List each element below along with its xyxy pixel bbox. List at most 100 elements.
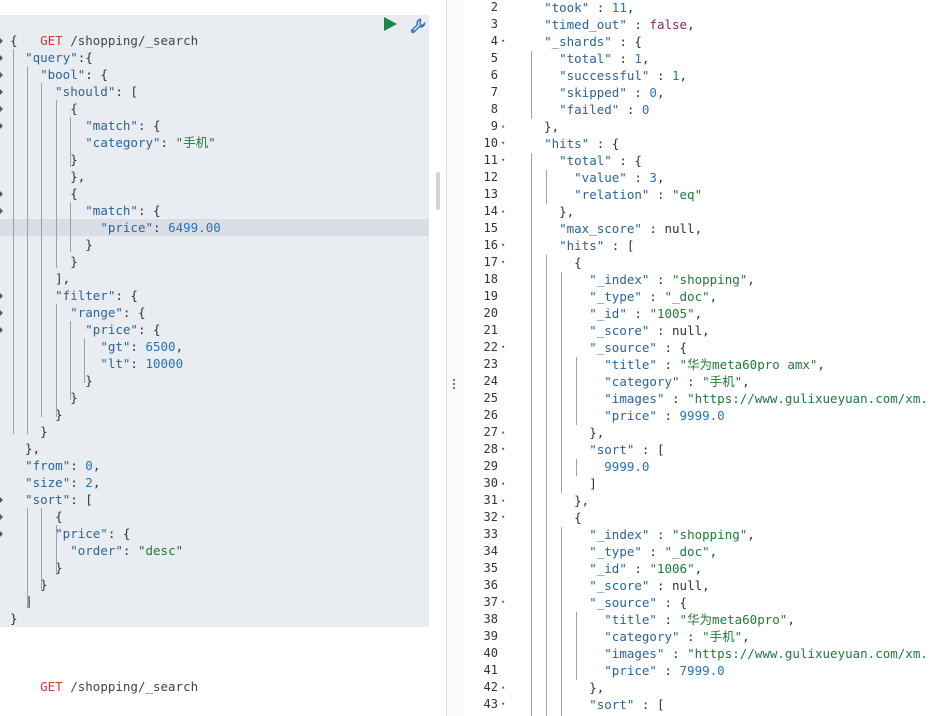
- code-token: : {: [107, 526, 131, 541]
- fold-expanded-icon[interactable]: ▾: [501, 696, 509, 713]
- editor-scrollbar[interactable]: [436, 172, 440, 210]
- code-token: "should": [55, 84, 116, 99]
- code-line: }: [10, 236, 93, 253]
- fold-arrow-icon[interactable]: [0, 525, 3, 542]
- fold-expanded-icon[interactable]: ▾: [501, 33, 509, 50]
- indent-guide: [546, 170, 547, 204]
- fold-expanded-icon[interactable]: ▾: [501, 509, 509, 526]
- fold-collapse-icon[interactable]: ▴: [501, 424, 509, 441]
- code-token: : [: [634, 442, 665, 457]
- fold-expanded-icon[interactable]: ▾: [501, 339, 509, 356]
- fold-arrow-icon[interactable]: [0, 287, 3, 304]
- line-number: 37: [483, 595, 498, 609]
- code-token: "category": [604, 629, 680, 644]
- code-token: 0: [649, 85, 657, 100]
- code-token: :: [649, 187, 672, 202]
- fold-expanded-icon[interactable]: ▾: [501, 152, 509, 169]
- fold-arrow-icon[interactable]: [0, 304, 3, 321]
- code-token: "range": [70, 305, 123, 320]
- request-line-2[interactable]: GET /shopping/_search: [10, 661, 198, 694]
- code-token: :: [641, 221, 665, 236]
- line-number: 10: [483, 136, 498, 150]
- fold-arrow-icon[interactable]: [0, 491, 3, 508]
- request-editor[interactable]: GET /shopping/_search { "query":{ "bool"…: [0, 0, 446, 716]
- code-token: : [: [634, 697, 665, 712]
- fold-expanded-icon[interactable]: ▾: [501, 594, 509, 611]
- code-token: :: [70, 475, 86, 490]
- response-line: "failed" : 0: [529, 101, 649, 118]
- response-line: "_shards" : {: [529, 33, 642, 50]
- response-line: "total" : {: [529, 152, 642, 169]
- response-line: "_id" : "1005",: [529, 305, 702, 322]
- fold-arrow-icon[interactable]: [0, 185, 3, 202]
- pane-divider[interactable]: [446, 0, 464, 716]
- code-token: "filter": [55, 288, 116, 303]
- code-line: }: [10, 372, 93, 389]
- fold-arrow-icon[interactable]: [0, 100, 3, 117]
- fold-collapse-icon[interactable]: ▴: [501, 679, 509, 696]
- code-token: "total": [559, 153, 612, 168]
- code-token: "_index": [589, 527, 650, 542]
- fold-expanded-icon[interactable]: ▾: [501, 441, 509, 458]
- fold-arrow-icon[interactable]: [0, 49, 3, 66]
- fold-arrow-icon[interactable]: [0, 202, 3, 219]
- line-number: 2: [490, 0, 498, 14]
- response-line: "sort" : [: [529, 696, 664, 713]
- code-line: "price": {: [10, 321, 160, 338]
- fold-expanded-icon[interactable]: ▾: [501, 254, 509, 271]
- code-token: "shopping": [672, 527, 748, 542]
- code-line: }: [10, 423, 48, 440]
- code-token: ,: [175, 339, 184, 354]
- request-line[interactable]: GET /shopping/_search: [10, 15, 198, 48]
- fold-arrow-icon[interactable]: [0, 32, 3, 49]
- fold-expanded-icon[interactable]: ▾: [501, 237, 509, 254]
- line-number: 27: [483, 425, 498, 439]
- fold-arrow-icon[interactable]: [0, 66, 3, 83]
- fold-expanded-icon[interactable]: ▾: [501, 135, 509, 152]
- code-line: {: [10, 508, 63, 525]
- code-token: "_type": [589, 544, 642, 559]
- line-number: 16: [483, 238, 498, 252]
- indent-guide: [561, 527, 562, 716]
- fold-arrow-icon[interactable]: [0, 321, 3, 338]
- code-token: "_doc": [664, 289, 710, 304]
- line-number: 4: [490, 34, 498, 48]
- line-number: 13: [483, 187, 498, 201]
- fold-collapse-icon[interactable]: ▴: [501, 475, 509, 492]
- response-line: "title" : "华为meta60pro amx",: [529, 356, 825, 373]
- fold-arrow-icon[interactable]: [0, 117, 3, 134]
- response-line: "_index" : "shopping",: [529, 526, 755, 543]
- code-token: {: [10, 33, 18, 48]
- code-token: "timed_out": [544, 17, 627, 32]
- resize-handle-icon[interactable]: [452, 378, 456, 392]
- line-number: 7: [490, 85, 498, 99]
- code-token: "shopping": [672, 272, 748, 287]
- response-line: "title" : "华为meta60pro",: [529, 611, 795, 628]
- wrench-icon[interactable]: [409, 17, 427, 35]
- line-number: 29: [483, 459, 498, 473]
- line-number: 15: [483, 221, 498, 235]
- response-line: "timed_out" : false,: [529, 16, 695, 33]
- request-url-2: /shopping/_search: [70, 679, 199, 694]
- code-token: "华为meta60pro amx": [679, 357, 818, 372]
- fold-collapse-icon[interactable]: ▴: [501, 118, 509, 135]
- indent-guide: [41, 83, 42, 417]
- response-viewer[interactable]: 2 "took" : 11, 3 "timed_out" : false, 4 ▾ "…: [463, 0, 929, 716]
- fold-collapse-icon[interactable]: ▴: [501, 203, 509, 220]
- code-token: }: [10, 237, 93, 252]
- line-number: 41: [483, 663, 498, 677]
- fold-arrow-icon[interactable]: [0, 83, 3, 100]
- code-token: ,: [694, 221, 703, 236]
- code-token: }: [10, 560, 63, 575]
- fold-arrow-icon[interactable]: [0, 508, 3, 525]
- code-token: }: [10, 390, 78, 405]
- fold-collapse-icon[interactable]: ▴: [501, 492, 509, 509]
- play-icon[interactable]: [384, 17, 397, 31]
